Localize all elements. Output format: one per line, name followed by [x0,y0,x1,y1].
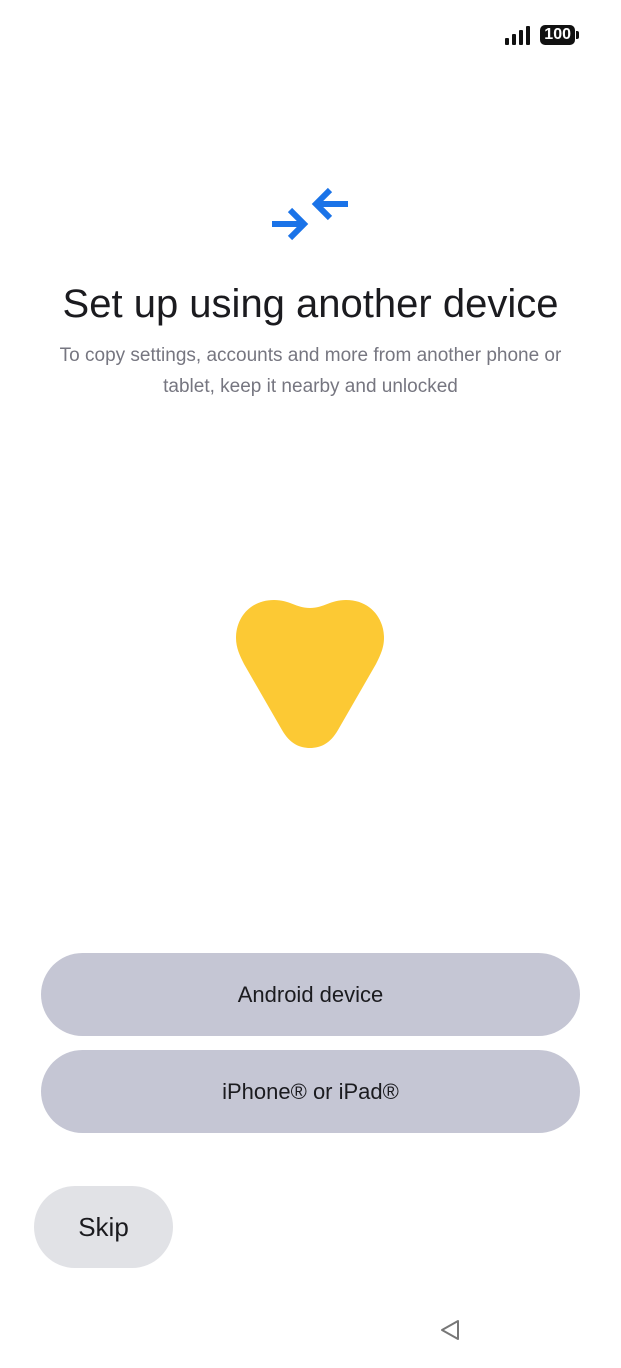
page-title: Set up using another device [62,282,559,326]
page-subtitle: To copy settings, accounts and more from… [59,345,562,397]
status-bar: 100 [505,22,579,48]
skip-button[interactable]: Skip [34,1186,173,1268]
cellular-signal-icon [505,25,531,45]
back-triangle-icon[interactable] [438,1318,462,1342]
iphone-ipad-button[interactable]: iPhone® or iPad® [41,1050,580,1133]
battery-icon: 100 [540,25,579,45]
battery-level: 100 [544,26,571,43]
yellow-heart-illustration [236,600,384,748]
arrows-converge-icon [272,187,348,241]
android-device-button[interactable]: Android device [41,953,580,1036]
